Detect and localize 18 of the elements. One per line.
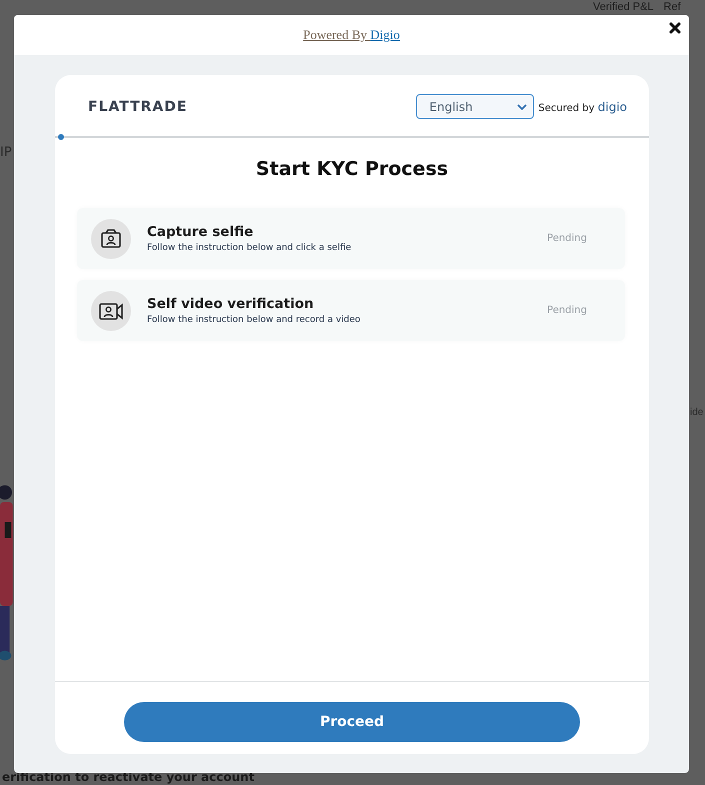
- proceed-button[interactable]: Proceed: [124, 702, 580, 742]
- digio-link[interactable]: Digio: [370, 27, 400, 42]
- status-text: Pending: [547, 233, 587, 244]
- step-title: Self video verification: [147, 296, 315, 312]
- brand-logo: FLATTRADE: [88, 98, 188, 114]
- step-subtitle: Follow the instruction below and click a selfie: [147, 243, 352, 253]
- step-card[interactable]: Capture selfie Follow the instruction below and click a selfie Pending: [77, 208, 625, 269]
- step-title: Capture selfie: [147, 224, 254, 240]
- secured-by-text: Secured by digio: [538, 100, 627, 114]
- language-dropdown[interactable]: English: [416, 94, 534, 119]
- powered-by-text: Powered By Digio: [303, 27, 400, 43]
- page-heading: erification to reactivate your account: [2, 771, 254, 784]
- close-button[interactable]: [669, 22, 683, 36]
- page-title: Start KYC Process: [254, 158, 450, 180]
- step-subtitle: Follow the instruction below and record a video: [147, 315, 362, 325]
- status-text: Pending: [547, 305, 587, 316]
- chevron-icon: [517, 104, 528, 110]
- step-card[interactable]: Self video verification Follow the instruction below and record a video Pending: [77, 280, 625, 341]
